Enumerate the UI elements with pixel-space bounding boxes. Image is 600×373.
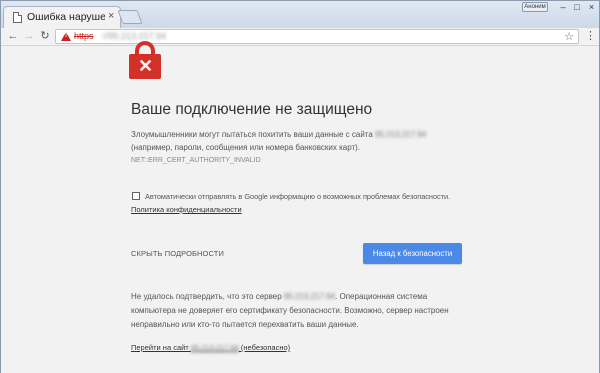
report-checkbox[interactable] xyxy=(132,192,140,200)
tab-strip: Ошибка нарушения конфиденциальности × Ан… xyxy=(1,1,599,28)
site-ip: 95.213.217.94 xyxy=(375,130,427,139)
back-to-safety-button[interactable]: Назад к безопасности xyxy=(363,243,462,264)
interstitial-page: ✕ Ваше подключение не защищено Злоумышле… xyxy=(1,41,599,373)
maximize-icon[interactable]: □ xyxy=(571,2,583,13)
error-code: NET::ERR_CERT_AUTHORITY_INVALID xyxy=(131,157,261,164)
warning-paragraph: Злоумышленники могут пытаться похитить в… xyxy=(131,130,427,139)
url-host: ://95.213.217.94 xyxy=(101,31,167,41)
warning-paragraph-line2: (например, пароли, сообщения или номера … xyxy=(131,143,361,152)
browser-window: Ошибка нарушения конфиденциальности × Ан… xyxy=(0,0,600,373)
details-ip: 95.213.217.94 xyxy=(283,292,336,301)
tab-close-icon[interactable]: × xyxy=(108,10,114,22)
forward-arrow-icon[interactable]: → xyxy=(23,30,35,42)
privacy-policy-link[interactable]: Политика конфиденциальности xyxy=(131,205,242,214)
not-secure-warning-icon[interactable] xyxy=(61,32,71,41)
reload-icon[interactable]: ↻ xyxy=(39,30,51,42)
tab-active[interactable]: Ошибка нарушения конфиденциальности × xyxy=(3,6,121,28)
bookmark-star-icon[interactable]: ☆ xyxy=(564,30,574,43)
toolbar: ← → ↻ https ://95.213.217.94 ☆ ⋮ xyxy=(1,28,599,46)
proceed-unsafe-link[interactable]: Перейти на сайт 95.213.217.94 (небезопас… xyxy=(131,343,290,352)
hide-details-button[interactable]: СКРЫТЬ ПОДРОБНОСТИ xyxy=(131,249,224,258)
user-profile-button[interactable]: Аноним xyxy=(522,2,548,12)
page-icon xyxy=(13,12,22,23)
close-window-icon[interactable]: × xyxy=(585,2,598,13)
report-checkbox-label[interactable]: Автоматически отправлять в Google информ… xyxy=(145,192,450,201)
details-paragraph: Не удалось подтвердить, что это сервер 9… xyxy=(131,292,428,301)
url-scheme: https xyxy=(74,31,94,41)
proceed-ip: 95.213.217.94 xyxy=(190,343,239,352)
tab-title: Ошибка нарушения конфиденциальности xyxy=(27,11,105,23)
menu-icon[interactable]: ⋮ xyxy=(585,30,596,42)
details-paragraph-line2: компьютера не доверяет его сертификату б… xyxy=(131,306,449,315)
details-paragraph-line3: неправильно или кто-то пытается перехват… xyxy=(131,320,359,329)
back-arrow-icon[interactable]: ← xyxy=(7,30,19,42)
new-tab-button[interactable] xyxy=(117,10,143,24)
lock-error-icon: ✕ xyxy=(128,41,162,85)
page-title: Ваше подключение не защищено xyxy=(131,101,373,118)
minimize-icon[interactable]: – xyxy=(557,2,569,13)
